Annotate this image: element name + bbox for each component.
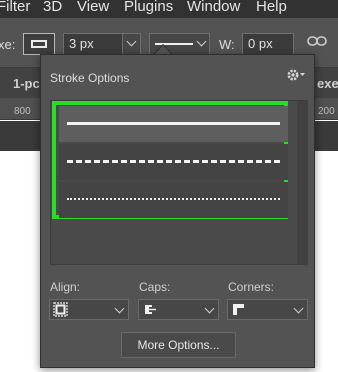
caps-dropdown[interactable]	[138, 299, 219, 320]
chevron-down-icon	[126, 36, 137, 47]
document-tab[interactable]: 1-pc	[13, 76, 40, 91]
dashed-line-preview	[67, 160, 280, 163]
canvas-area	[315, 121, 338, 151]
corners-miter-icon	[233, 304, 244, 315]
menu-window[interactable]: Window	[187, 0, 240, 14]
width-label: W:	[219, 37, 235, 52]
stroke-style-highlight	[52, 101, 288, 219]
stroke-swatch-icon	[31, 40, 47, 48]
shape-width-input[interactable]: 0 px	[242, 33, 294, 55]
stroke-style-solid[interactable]	[59, 106, 288, 142]
chevron-down-icon	[196, 36, 207, 47]
document-tab-right[interactable]: exe	[317, 76, 338, 91]
scrollbar[interactable]	[297, 101, 308, 264]
stroke-width-dropdown[interactable]	[122, 33, 141, 55]
solid-line-preview	[67, 122, 280, 125]
chevron-down-icon	[204, 303, 215, 314]
menu-view[interactable]: View	[77, 0, 109, 14]
dotted-line-preview	[67, 198, 280, 200]
gear-icon[interactable]	[286, 68, 306, 82]
stroke-options-panel: Stroke Options Align: Caps: Corners: Mor…	[40, 54, 315, 368]
stroke-style-dashed[interactable]	[59, 144, 288, 180]
link-icon[interactable]	[307, 35, 327, 47]
more-options-button[interactable]: More Options...	[121, 332, 236, 358]
canvas-area	[0, 121, 40, 151]
stroke-style-dotted[interactable]	[59, 182, 288, 218]
menu-help[interactable]: Help	[256, 0, 287, 14]
menu-bar: Filter 3D View Plugins Window Help	[0, 0, 338, 18]
align-dropdown[interactable]	[49, 299, 129, 320]
align-inside-icon	[53, 302, 68, 317]
menu-plugins[interactable]: Plugins	[124, 0, 173, 14]
chevron-down-icon	[114, 303, 125, 314]
ruler-number: 200	[318, 106, 335, 117]
chevron-down-icon	[293, 303, 304, 314]
panel-title: Stroke Options	[50, 71, 130, 85]
menu-filter[interactable]: Filter	[0, 0, 30, 14]
menu-3d[interactable]: 3D	[43, 0, 62, 14]
corners-label: Corners:	[228, 280, 275, 294]
stroke-width-input[interactable]: 3 px	[63, 33, 123, 55]
stroke-label: xe:	[0, 37, 16, 52]
stroke-color-swatch[interactable]	[23, 33, 55, 55]
align-label: Align:	[50, 280, 81, 294]
caps-label: Caps:	[139, 280, 171, 294]
ruler-number: 800	[14, 106, 31, 117]
corners-dropdown[interactable]	[227, 299, 308, 320]
caps-butt-icon	[145, 305, 156, 314]
